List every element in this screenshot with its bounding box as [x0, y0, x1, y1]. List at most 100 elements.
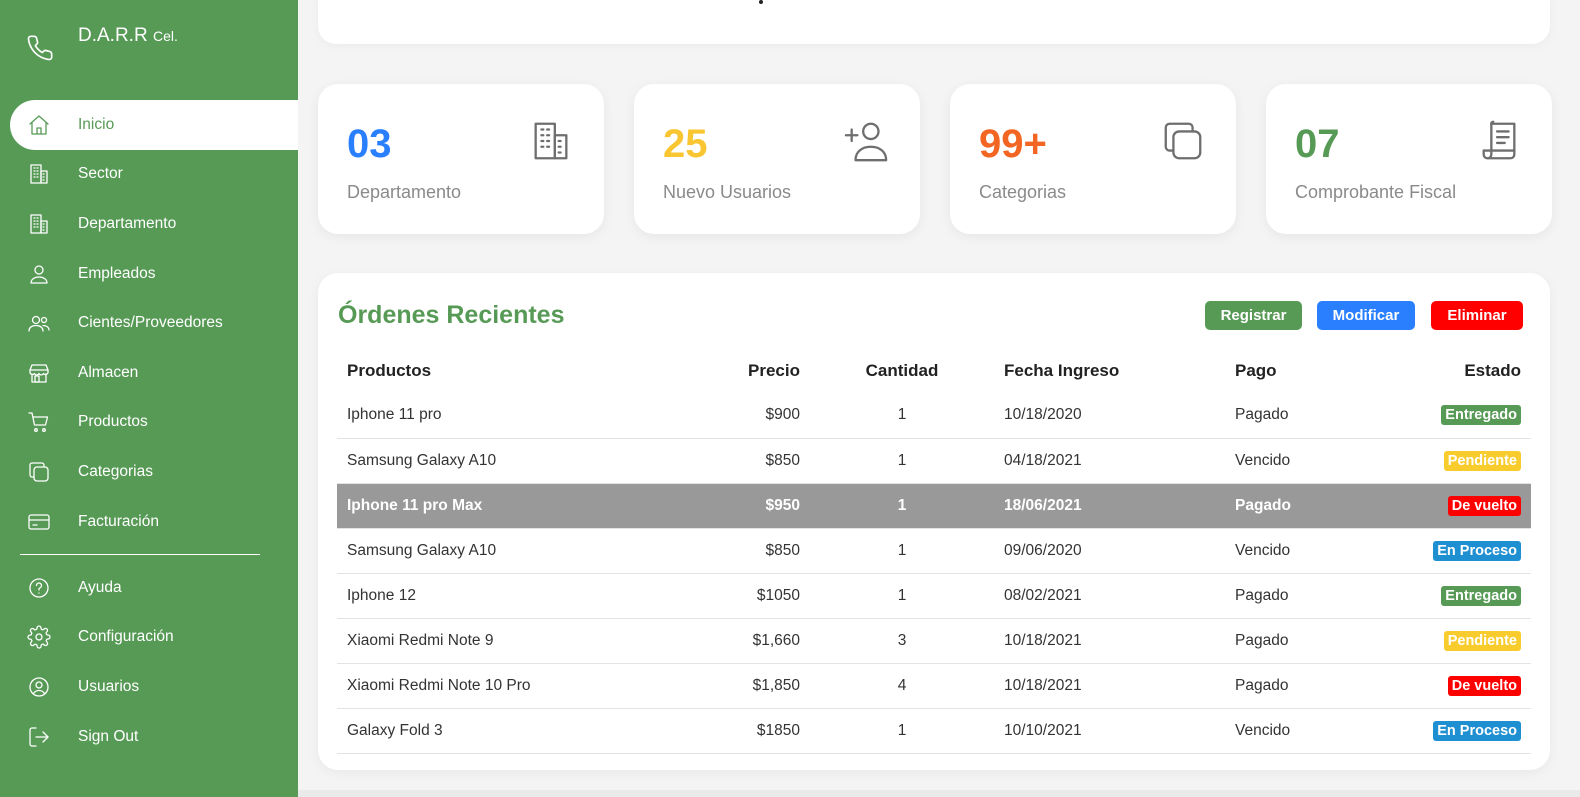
- sidebar-item-label: Facturación: [78, 512, 159, 530]
- column-header[interactable]: Productos: [337, 348, 682, 393]
- delete-button[interactable]: Eliminar: [1431, 301, 1523, 330]
- date-cell: 18/06/2021: [994, 483, 1225, 529]
- status-badge: Pendiente: [1443, 450, 1521, 471]
- price-cell: $1,850: [682, 663, 810, 709]
- sidebar-item-label: Sector: [78, 165, 123, 183]
- building-icon: [26, 211, 52, 237]
- date-cell: 09/06/2020: [994, 528, 1225, 574]
- sidebar-item-configuracion[interactable]: Configuración: [10, 613, 298, 663]
- table-row[interactable]: Samsung Galaxy A10 $850 1 04/18/2021 Vencido…: [337, 438, 1531, 484]
- stat-card-comprobante-fiscal[interactable]: 07 Comprobante Fiscal: [1266, 84, 1552, 234]
- card-icon: [26, 509, 52, 535]
- quantity-cell: 1: [810, 483, 994, 529]
- table-row[interactable]: Iphone 11 pro Max $950 1 18/06/2021 Pagado De…: [337, 483, 1531, 529]
- stat-label: Nuevo Usuarios: [663, 182, 792, 202]
- brand[interactable]: D.A.R.R Cel.: [0, 0, 298, 100]
- stat-card-nuevo-usuarios[interactable]: 25 Nuevo Usuarios: [634, 84, 920, 234]
- column-header[interactable]: Precio: [682, 348, 810, 393]
- register-button[interactable]: Registrar: [1205, 301, 1302, 330]
- orders-title: Órdenes Recientes: [338, 301, 565, 329]
- sidebar-item-cientes-proveedores[interactable]: Cientes/Proveedores: [10, 298, 298, 348]
- sidebar-item-categorias[interactable]: Categorias: [10, 447, 298, 497]
- table-row[interactable]: Iphone 12 $1050 1 08/02/2021 Pagado Entregado: [337, 573, 1531, 619]
- column-header[interactable]: Fecha Ingreso: [994, 348, 1225, 393]
- sidebar-item-label: Ayuda: [78, 578, 122, 596]
- status-cell: Pendiente: [1375, 438, 1531, 484]
- price-cell: $950: [682, 483, 810, 529]
- stat-value: 07: [1295, 122, 1340, 166]
- building-icon: [528, 118, 574, 164]
- product-cell: Galaxy Fold 3: [337, 708, 682, 754]
- sidebar-item-ayuda[interactable]: Ayuda: [10, 563, 298, 613]
- price-cell: $900: [682, 393, 810, 439]
- date-cell: 10/18/2021: [994, 618, 1225, 664]
- table-row[interactable]: Xiaomi Redmi Note 10 Pro $1,850 4 10/18/202…: [337, 663, 1531, 709]
- table-row[interactable]: Galaxy Fold 3 $1850 1 10/10/2021 Vencido En P…: [337, 708, 1531, 754]
- status-cell: Entregado: [1375, 393, 1531, 439]
- date-cell: 10/18/2020: [994, 393, 1225, 439]
- sidebar-nav: Inicio Sector Departamento Empleados Cientes…: [10, 100, 298, 546]
- status-cell: En Proceso: [1375, 708, 1531, 754]
- quantity-cell: 4: [810, 663, 994, 709]
- table-row[interactable]: Iphone 11 pro $900 1 10/18/2020 Pagado Entreg…: [337, 393, 1531, 439]
- payment-cell: Pagado: [1225, 663, 1375, 709]
- payment-cell: Vencido: [1225, 438, 1375, 484]
- status-badge: Entregado: [1441, 585, 1521, 606]
- cart-icon: [26, 409, 52, 435]
- copy-icon: [26, 459, 52, 485]
- sidebar-item-label: Almacen: [78, 363, 139, 381]
- status-cell: De vuelto: [1375, 483, 1531, 529]
- column-header[interactable]: Pago: [1225, 348, 1375, 393]
- receipt-icon: [1476, 118, 1522, 164]
- sidebar-item-usuarios[interactable]: Usuarios: [10, 662, 298, 712]
- header-dot: [759, 0, 763, 4]
- column-header[interactable]: Cantidad: [810, 348, 994, 393]
- price-cell: $1050: [682, 573, 810, 619]
- date-cell: 10/10/2021: [994, 708, 1225, 754]
- copy-icon: [1160, 118, 1206, 164]
- status-badge: En Proceso: [1433, 720, 1521, 741]
- product-cell: Xiaomi Redmi Note 9: [337, 618, 682, 664]
- phone-icon: [26, 34, 54, 67]
- stat-label: Comprobante Fiscal: [1295, 182, 1457, 202]
- sidebar-item-inicio[interactable]: Inicio: [10, 100, 298, 150]
- sidebar-item-label: Configuración: [78, 628, 174, 646]
- quantity-cell: 1: [810, 573, 994, 619]
- modify-button[interactable]: Modificar: [1317, 301, 1415, 330]
- sidebar-item-label: Cientes/Proveedores: [78, 314, 223, 332]
- orders-table: Productos Precio Cantidad Fecha Ingreso …: [337, 348, 1531, 754]
- sidebar-item-departamento[interactable]: Departamento: [10, 199, 298, 249]
- sidebar-item-sector[interactable]: Sector: [10, 150, 298, 200]
- payment-cell: Pagado: [1225, 573, 1375, 619]
- sidebar-item-almacen[interactable]: Almacen: [10, 348, 298, 398]
- building-icon: [26, 161, 52, 187]
- sidebar-item-facturacion[interactable]: Facturación: [10, 497, 298, 547]
- table-row[interactable]: Xiaomi Redmi Note 9 $1,660 3 10/18/2021 Paga…: [337, 618, 1531, 664]
- column-header[interactable]: Estado: [1375, 348, 1531, 393]
- stat-value: 99+: [979, 122, 1047, 166]
- brand-name: D.A.R.R Cel.: [78, 25, 178, 46]
- sidebar-item-label: Inicio: [78, 115, 115, 133]
- stat-card-categorias[interactable]: 99+ Categorias: [950, 84, 1236, 234]
- status-cell: Pendiente: [1375, 618, 1531, 664]
- price-cell: $850: [682, 528, 810, 574]
- quantity-cell: 1: [810, 393, 994, 439]
- sidebar-item-empleados[interactable]: Empleados: [10, 249, 298, 299]
- sidebar-item-productos[interactable]: Productos: [10, 398, 298, 448]
- sidebar-item-label: Departamento: [78, 214, 177, 232]
- status-badge: Entregado: [1441, 405, 1521, 426]
- product-cell: Iphone 11 pro Max: [337, 483, 682, 529]
- date-cell: 04/18/2021: [994, 438, 1225, 484]
- add-user-icon: [844, 118, 890, 164]
- sidebar-item-sign-out[interactable]: Sign Out: [10, 712, 298, 762]
- status-cell: De vuelto: [1375, 663, 1531, 709]
- sidebar-nav-bottom: Ayuda Configuración Usuarios Sign Out: [10, 563, 298, 761]
- stat-card-departamento[interactable]: 03 Departamento: [318, 84, 604, 234]
- sidebar-item-label: Empleados: [78, 264, 156, 282]
- table-row[interactable]: Samsung Galaxy A10 $850 1 09/06/2020 Vencido…: [337, 528, 1531, 574]
- users-icon: [26, 310, 52, 336]
- payment-cell: Vencido: [1225, 708, 1375, 754]
- quantity-cell: 1: [810, 438, 994, 484]
- status-badge: De vuelto: [1447, 675, 1521, 696]
- home-icon: [26, 112, 52, 138]
